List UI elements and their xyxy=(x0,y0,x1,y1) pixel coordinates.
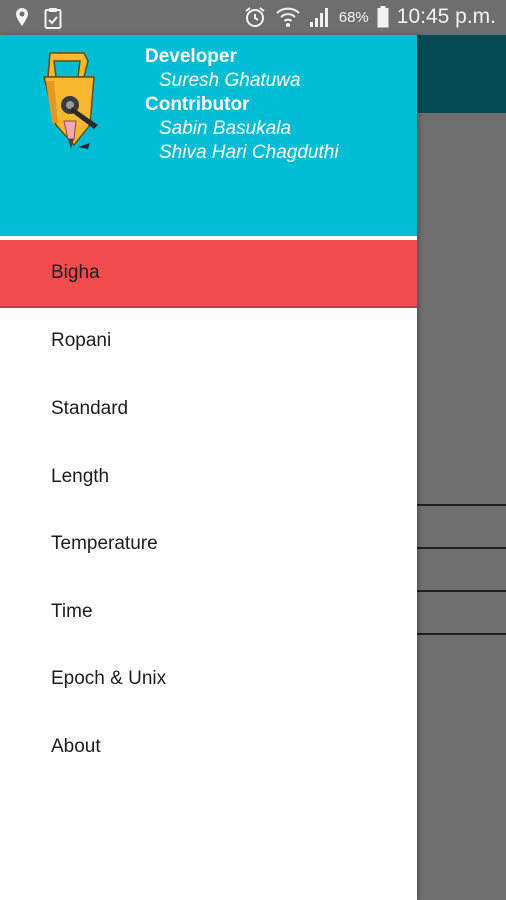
menu-item-epoch-unix[interactable]: Epoch & Unix xyxy=(0,646,417,714)
menu-item-about[interactable]: About xyxy=(0,713,417,781)
background-divider xyxy=(417,590,506,592)
contributor-heading: Contributor xyxy=(145,94,250,115)
status-bar: 68% 10:45 p.m. xyxy=(0,0,506,35)
location-pin-icon xyxy=(14,7,30,29)
menu-item-ropani[interactable]: Ropani xyxy=(0,308,417,376)
status-time: 10:45 p.m. xyxy=(396,5,496,28)
menu-item-bigha[interactable]: Bigha xyxy=(0,240,417,308)
developer-name: Suresh Ghatuwa xyxy=(159,70,301,91)
clipboard-icon xyxy=(44,7,62,29)
background-divider xyxy=(417,504,506,506)
background-divider xyxy=(417,633,506,635)
measuring-tape-logo xyxy=(34,47,110,163)
wifi-icon xyxy=(275,5,301,29)
menu-item-time[interactable]: Time xyxy=(0,578,417,646)
background-content-scrim[interactable] xyxy=(417,113,506,900)
battery-icon xyxy=(377,6,389,28)
alarm-icon xyxy=(243,5,267,29)
developer-heading: Developer xyxy=(145,46,237,67)
background-divider xyxy=(417,547,506,549)
drawer-menu: Bigha Ropani Standard Length Temperature… xyxy=(0,240,417,781)
contributor-name: Sabin Basukala xyxy=(159,118,292,139)
battery-percent: 68% xyxy=(338,8,369,26)
menu-item-temperature[interactable]: Temperature xyxy=(0,510,417,578)
background-app-bar xyxy=(417,35,506,113)
navigation-drawer: Developer Suresh Ghatuwa Contributor Sab… xyxy=(0,35,417,900)
credits-block: Developer Suresh Ghatuwa Contributor Sab… xyxy=(145,45,339,165)
signal-icon xyxy=(309,6,331,28)
contributor-name: Shiva Hari Chagduthi xyxy=(159,142,339,163)
menu-item-length[interactable]: Length xyxy=(0,443,417,511)
drawer-header: Developer Suresh Ghatuwa Contributor Sab… xyxy=(0,35,417,240)
menu-item-standard[interactable]: Standard xyxy=(0,375,417,443)
